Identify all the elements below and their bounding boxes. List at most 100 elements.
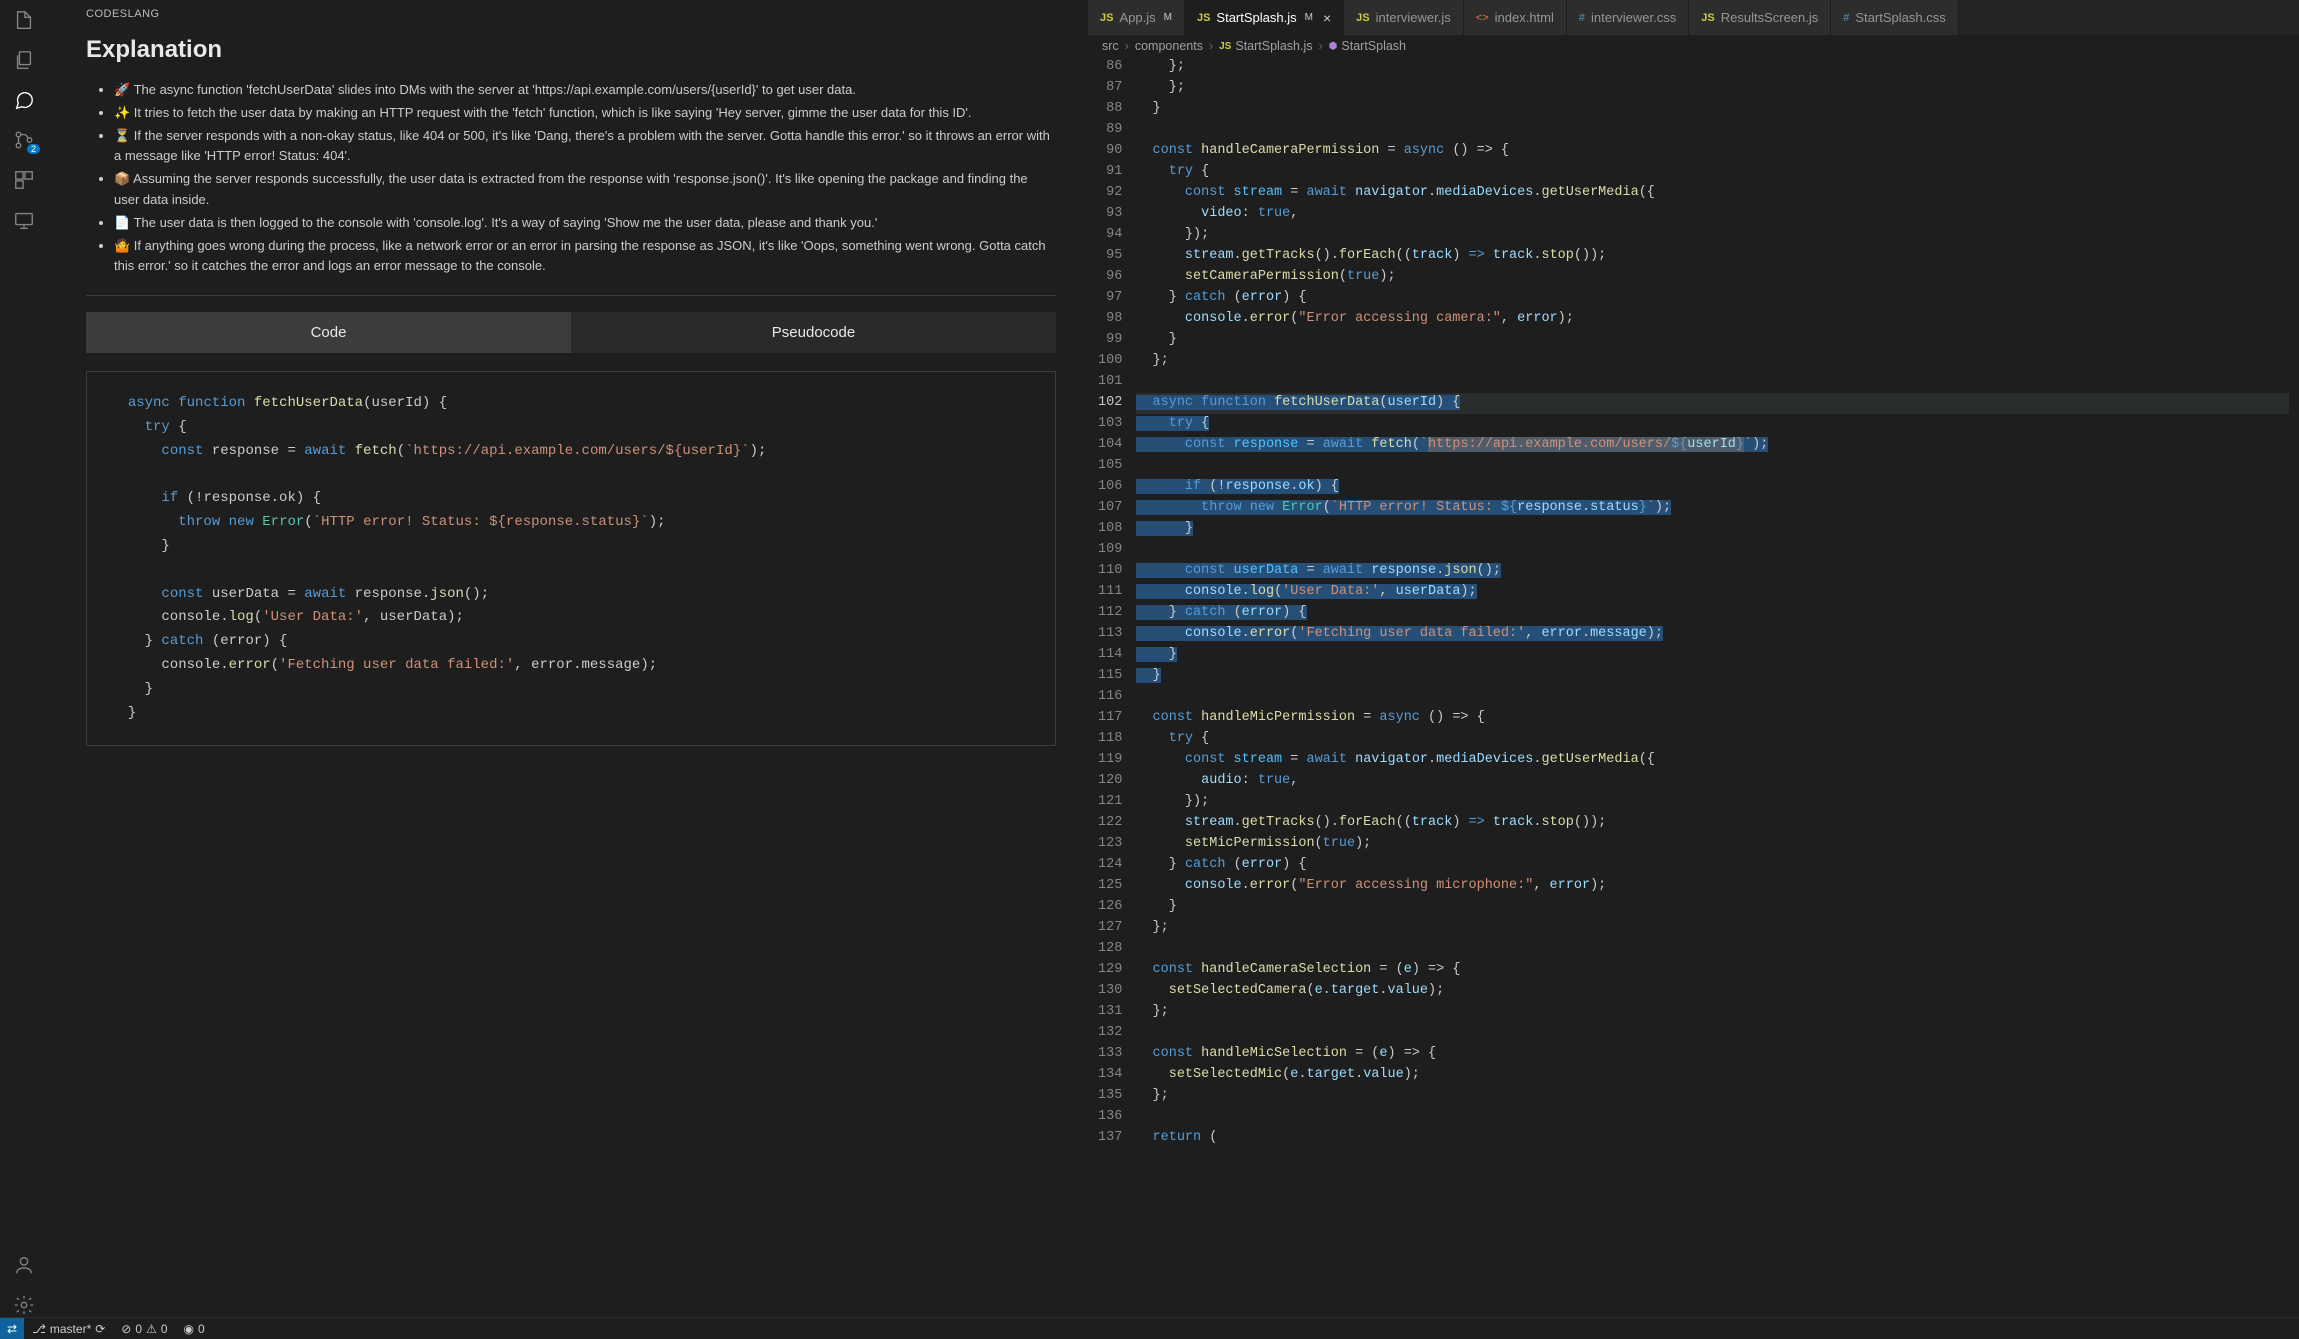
editor-tab[interactable]: #StartSplash.css (1831, 0, 1958, 35)
code-line[interactable] (1136, 1107, 2289, 1128)
code-line[interactable]: return ( (1136, 1128, 2289, 1149)
extensions-icon[interactable] (12, 168, 36, 192)
editor-tab[interactable]: #interviewer.css (1567, 0, 1689, 35)
activity-bar: 2 (0, 0, 48, 1317)
code-line[interactable]: } (1136, 99, 2289, 120)
code-line[interactable]: const stream = await navigator.mediaDevi… (1136, 750, 2289, 771)
code-line[interactable]: }; (1136, 78, 2289, 99)
code-line[interactable]: try { (1136, 729, 2289, 750)
code-line[interactable]: } catch (error) { (1136, 855, 2289, 876)
close-icon[interactable]: × (1323, 10, 1331, 26)
settings-gear-icon[interactable] (12, 1293, 36, 1317)
code-line[interactable]: try { (1136, 162, 2289, 183)
code-line[interactable] (1136, 939, 2289, 960)
code-line[interactable]: console.error("Error accessing microphon… (1136, 876, 2289, 897)
files-icon[interactable] (12, 8, 36, 32)
code-line[interactable]: } (1136, 330, 2289, 351)
code-line[interactable]: const stream = await navigator.mediaDevi… (1136, 183, 2289, 204)
breadcrumb-item[interactable]: StartSplash (1341, 39, 1406, 53)
code-line[interactable]: stream.getTracks().forEach((track) => tr… (1136, 813, 2289, 834)
modified-indicator: M (1164, 12, 1172, 23)
code-line[interactable]: }; (1136, 918, 2289, 939)
code-line[interactable]: ··} (1136, 666, 2289, 687)
editor-tab[interactable]: JSResultsScreen.js (1689, 0, 1831, 35)
breadcrumb-item[interactable]: components (1135, 39, 1203, 53)
code-line[interactable]: const handleMicPermission = async () => … (1136, 708, 2289, 729)
code-line[interactable]: ······const userData = await response.js… (1136, 561, 2289, 582)
file-type-icon: JS (1197, 12, 1210, 24)
code-line[interactable]: stream.getTracks().forEach((track) => tr… (1136, 246, 2289, 267)
editor-tab[interactable]: <>index.html (1464, 0, 1567, 35)
file-type-icon: JS (1701, 12, 1714, 24)
remote-indicator[interactable]: ⇄ (0, 1318, 24, 1339)
code-line[interactable]: }); (1136, 792, 2289, 813)
radio-icon: ◉ (184, 1322, 194, 1336)
code-line[interactable]: video: true, (1136, 204, 2289, 225)
editor-tab[interactable]: JSinterviewer.js (1344, 0, 1464, 35)
code-line[interactable]: const handleCameraSelection = (e) => { (1136, 960, 2289, 981)
editor-panel: JSApp.jsMJSStartSplash.jsM×JSinterviewer… (1088, 0, 2299, 1317)
toggle-code[interactable]: Code (86, 312, 571, 353)
code-line[interactable]: ····} (1136, 645, 2289, 666)
code-line[interactable]: setMicPermission(true); (1136, 834, 2289, 855)
branch-status[interactable]: ⎇ master* ⟳ (24, 1318, 113, 1339)
code-line[interactable] (1136, 540, 2289, 561)
code-line[interactable]: } catch (error) { (1136, 288, 2289, 309)
code-line[interactable]: setSelectedCamera(e.target.value); (1136, 981, 2289, 1002)
chat-icon[interactable] (12, 88, 36, 112)
ports-status[interactable]: ◉0 (176, 1318, 213, 1339)
breadcrumb-item[interactable]: StartSplash.js (1235, 39, 1312, 53)
file-type-icon: <> (1476, 12, 1489, 24)
code-line[interactable]: ······if (!response.ok) { (1136, 477, 2289, 498)
codeslang-panel: CODESLANG Explanation 🚀 The async functi… (48, 0, 1088, 1317)
code-line[interactable]: setCameraPermission(true); (1136, 267, 2289, 288)
code-line[interactable]: }; (1136, 57, 2289, 78)
explorer-duplicate-icon[interactable] (12, 48, 36, 72)
code-editor[interactable]: 8687888990919293949596979899100101102103… (1088, 57, 2299, 1317)
code-line[interactable]: async function fetchUserData(userId) { (1136, 393, 2289, 414)
sync-icon[interactable]: ⟳ (95, 1322, 105, 1336)
code-line[interactable]: ········throw new Error(`HTTP error! Sta… (1136, 498, 2289, 519)
tabs-row: JSApp.jsMJSStartSplash.jsM×JSinterviewer… (1088, 0, 2299, 35)
code-line[interactable]: ······console.error('Fetching user data … (1136, 624, 2289, 645)
code-line[interactable]: ······const response = await fetch(`http… (1136, 435, 2289, 456)
code-line[interactable]: } (1136, 897, 2289, 918)
code-lines[interactable]: }; }; } const handleCameraPermission = a… (1136, 57, 2299, 1317)
code-line[interactable]: const handleCameraPermission = async () … (1136, 141, 2289, 162)
code-line[interactable]: audio: true, (1136, 771, 2289, 792)
code-line[interactable]: const handleMicSelection = (e) => { (1136, 1044, 2289, 1065)
code-line[interactable] (1136, 1023, 2289, 1044)
code-line[interactable]: }; (1136, 351, 2289, 372)
file-type-icon: JS (1100, 12, 1113, 24)
source-control-icon[interactable]: 2 (12, 128, 36, 152)
warning-count: 0 (161, 1322, 168, 1336)
branch-name: master* (50, 1322, 91, 1336)
code-line[interactable] (1136, 456, 2289, 477)
code-line[interactable] (1136, 372, 2289, 393)
toggle-pseudocode[interactable]: Pseudocode (571, 312, 1056, 353)
code-line[interactable]: ······} (1136, 519, 2289, 540)
file-type-icon: JS (1356, 12, 1369, 24)
code-line[interactable]: setSelectedMic(e.target.value); (1136, 1065, 2289, 1086)
editor-tab[interactable]: JSApp.jsM (1088, 0, 1185, 35)
breadcrumb-item[interactable]: src (1102, 39, 1119, 53)
remote-window-icon[interactable] (12, 208, 36, 232)
explanation-item: 📄 The user data is then logged to the co… (114, 213, 1056, 234)
account-icon[interactable] (12, 1253, 36, 1277)
code-line[interactable]: ······console.log('User Data:', userData… (1136, 582, 2289, 603)
breadcrumbs[interactable]: src› components› JS StartSplash.js› ⬢ St… (1088, 35, 2299, 57)
code-line[interactable] (1136, 120, 2289, 141)
source-control-badge: 2 (27, 144, 40, 154)
code-line[interactable] (1136, 687, 2289, 708)
code-line[interactable]: }; (1136, 1086, 2289, 1107)
file-type-icon: # (1843, 12, 1849, 24)
toggle-row: Code Pseudocode (86, 312, 1056, 353)
editor-tab[interactable]: JSStartSplash.jsM× (1185, 0, 1344, 35)
code-line[interactable]: }); (1136, 225, 2289, 246)
explanation-item: 🚀 The async function 'fetchUserData' sli… (114, 80, 1056, 101)
code-line[interactable]: console.error("Error accessing camera:",… (1136, 309, 2289, 330)
code-line[interactable]: }; (1136, 1002, 2289, 1023)
problems-status[interactable]: ⊘0 ⚠0 (113, 1318, 175, 1339)
code-line[interactable]: ····try { (1136, 414, 2289, 435)
code-line[interactable]: ····} catch (error) { (1136, 603, 2289, 624)
